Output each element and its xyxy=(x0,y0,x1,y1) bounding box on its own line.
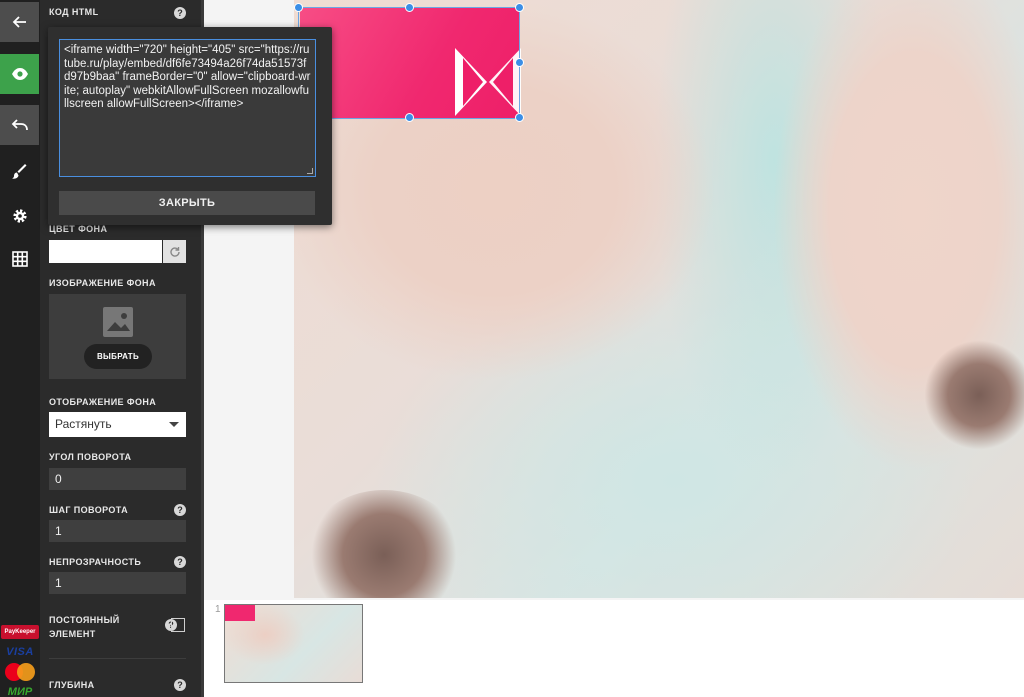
opacity-label: НЕПРОЗРАЧНОСТЬ xyxy=(49,557,142,567)
slide-number: 1 xyxy=(215,604,221,615)
reset-color-button[interactable] xyxy=(163,240,186,263)
rotation-angle-input[interactable]: 0 xyxy=(49,468,186,490)
chevron-down-icon xyxy=(169,422,179,427)
permanent-label-line-2: ЭЛЕМЕНТ xyxy=(49,629,96,639)
payment-logos: PayKeeper VISA МИР xyxy=(0,625,40,697)
resize-handle-top[interactable] xyxy=(405,3,414,12)
depth-label: ГЛУБИНА xyxy=(49,680,95,690)
html-code-popup: <iframe width="720" height="405" src="ht… xyxy=(48,27,332,225)
help-icon[interactable]: ? xyxy=(174,556,186,568)
close-button[interactable]: ЗАКРЫТЬ xyxy=(59,191,315,215)
undo-button[interactable] xyxy=(0,105,39,145)
html-code-textarea[interactable]: <iframe width="720" height="405" src="ht… xyxy=(59,39,316,177)
grid-button[interactable] xyxy=(0,239,39,279)
mastercard-logo xyxy=(5,663,35,681)
rotation-step-label: ШАГ ПОВОРОТА xyxy=(49,505,129,515)
preview-button[interactable] xyxy=(0,54,39,94)
slide-thumbnail[interactable] xyxy=(224,604,363,683)
paykeeper-logo: PayKeeper xyxy=(1,625,39,639)
rotation-step-input[interactable]: 1 xyxy=(49,520,186,542)
grid-icon xyxy=(11,251,28,267)
thumbnail-embed xyxy=(225,605,255,621)
bg-color-label: ЦВЕТ ФОНА xyxy=(49,224,108,234)
bg-display-label: ОТОБРАЖЕНИЕ ФОНА xyxy=(49,397,157,407)
bg-display-value: Растянуть xyxy=(55,417,112,431)
resize-handle-bottom[interactable] xyxy=(405,113,414,122)
arrow-left-icon xyxy=(12,16,26,28)
choose-image-button[interactable]: ВЫБРАТЬ xyxy=(84,344,152,369)
permanent-label-line-1: ПОСТОЯННЫЙ xyxy=(49,615,120,625)
bg-image-label: ИЗОБРАЖЕНИЕ ФОНА xyxy=(49,278,156,288)
eye-icon xyxy=(11,68,28,80)
permanent-element-label: ПОСТОЯННЫЙ ЭЛЕМЕНТ xyxy=(49,613,120,641)
back-button[interactable] xyxy=(0,2,39,42)
rotation-angle-label: УГОЛ ПОВОРОТА xyxy=(49,452,132,462)
bg-color-swatch[interactable] xyxy=(49,240,162,263)
style-button[interactable] xyxy=(0,152,39,192)
bg-display-select[interactable]: Растянуть xyxy=(49,412,186,437)
refresh-icon xyxy=(169,246,180,257)
slides-strip: 1 xyxy=(204,600,1024,697)
bg-image-dropzone[interactable]: ВЫБРАТЬ xyxy=(49,294,186,379)
resize-handle-top-right[interactable] xyxy=(515,3,524,12)
mir-logo: МИР xyxy=(7,686,33,697)
help-icon[interactable]: ? xyxy=(174,504,186,516)
gear-icon xyxy=(12,209,27,223)
resize-handle-top-left[interactable] xyxy=(294,3,303,12)
image-icon xyxy=(103,307,133,337)
visa-logo: VISA xyxy=(6,646,34,658)
divider xyxy=(49,658,186,659)
help-icon[interactable]: ? xyxy=(174,7,186,19)
html-code-text: <iframe width="720" height="405" src="ht… xyxy=(64,44,311,111)
help-icon[interactable]: ? xyxy=(174,679,186,691)
background-rocks xyxy=(924,340,1024,450)
opacity-input[interactable]: 1 xyxy=(49,572,186,594)
resize-handle-bottom-right[interactable] xyxy=(515,113,524,122)
html-code-label: КОД HTML xyxy=(49,7,99,17)
brush-icon xyxy=(11,164,26,179)
tool-rail: PayKeeper VISA МИР xyxy=(0,0,40,697)
settings-button[interactable] xyxy=(0,196,39,236)
background-rocks xyxy=(304,490,464,598)
resize-handle-right[interactable] xyxy=(515,58,524,67)
permanent-element-checkbox[interactable] xyxy=(171,618,185,632)
undo-icon xyxy=(11,119,28,131)
resize-grip-icon[interactable] xyxy=(307,168,313,174)
